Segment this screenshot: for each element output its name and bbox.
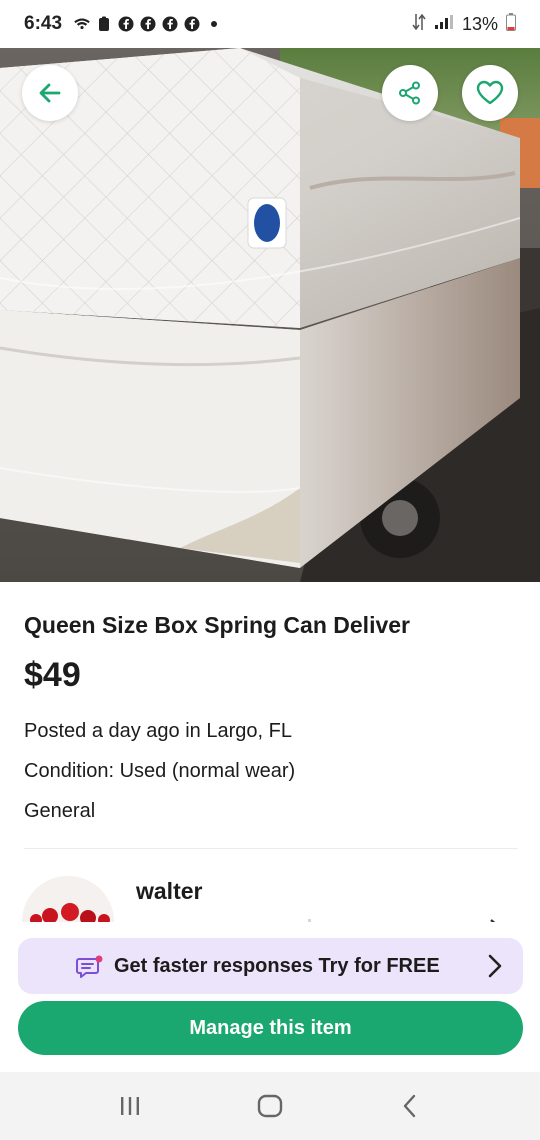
favorite-button[interactable] <box>462 65 518 121</box>
chevron-right-icon[interactable] <box>488 906 502 922</box>
recents-button[interactable] <box>100 1086 160 1126</box>
mattress-photo-illustration <box>0 48 540 582</box>
heart-icon <box>476 80 504 105</box>
seller-avatar[interactable] <box>22 876 114 922</box>
posted-info: Posted a day ago in Largo, FL <box>24 720 292 742</box>
status-right: 13% <box>412 12 516 37</box>
recents-icon <box>121 1097 139 1115</box>
wifi-calling-icon <box>74 16 90 32</box>
home-button[interactable] <box>240 1086 300 1126</box>
arrow-left-icon <box>39 83 61 103</box>
clipboard-icon <box>96 16 112 32</box>
back-icon <box>403 1094 416 1118</box>
share-button[interactable] <box>382 65 438 121</box>
listing-photo[interactable] <box>0 48 540 582</box>
chevron-right-icon <box>488 954 502 978</box>
status-time: 6:43 <box>24 13 63 34</box>
listing-title: Queen Size Box Spring Can Deliver <box>24 612 410 638</box>
home-icon <box>257 1094 283 1118</box>
back-button[interactable] <box>22 65 78 121</box>
facebook-icon <box>118 16 134 32</box>
seller-name[interactable]: walter <box>136 878 202 905</box>
star-icon <box>308 919 311 922</box>
facebook-icon <box>140 16 156 32</box>
battery-percent: 13% <box>461 13 498 34</box>
data-transfer-icon <box>412 12 426 37</box>
category-info: General <box>24 800 96 822</box>
status-bar: 6:43 13% <box>0 0 540 48</box>
condition-info: Condition: Used (normal wear) <box>24 760 296 782</box>
system-back-button[interactable] <box>380 1086 440 1126</box>
section-divider <box>24 848 518 849</box>
listing-price: $49 <box>24 656 81 694</box>
promo-text: Get faster responses Try for FREE <box>114 954 440 977</box>
manage-item-label: Manage this item <box>189 1016 352 1039</box>
brand-tag-logo <box>247 197 287 249</box>
battery-icon <box>506 12 516 36</box>
system-nav-bar <box>0 1072 540 1140</box>
notification-icons <box>74 16 222 32</box>
share-icon <box>399 81 420 105</box>
faster-responses-banner[interactable]: Get faster responses Try for FREE <box>18 938 523 994</box>
chat-sparkle-icon <box>76 955 103 978</box>
more-notifications-dot-icon <box>206 16 222 32</box>
facebook-icon <box>162 16 178 32</box>
signal-icon <box>434 14 454 35</box>
facebook-icon <box>184 16 200 32</box>
roses-avatar-image <box>22 876 114 922</box>
seller-rating-stars <box>136 914 466 922</box>
manage-item-button[interactable]: Manage this item <box>18 1001 523 1055</box>
